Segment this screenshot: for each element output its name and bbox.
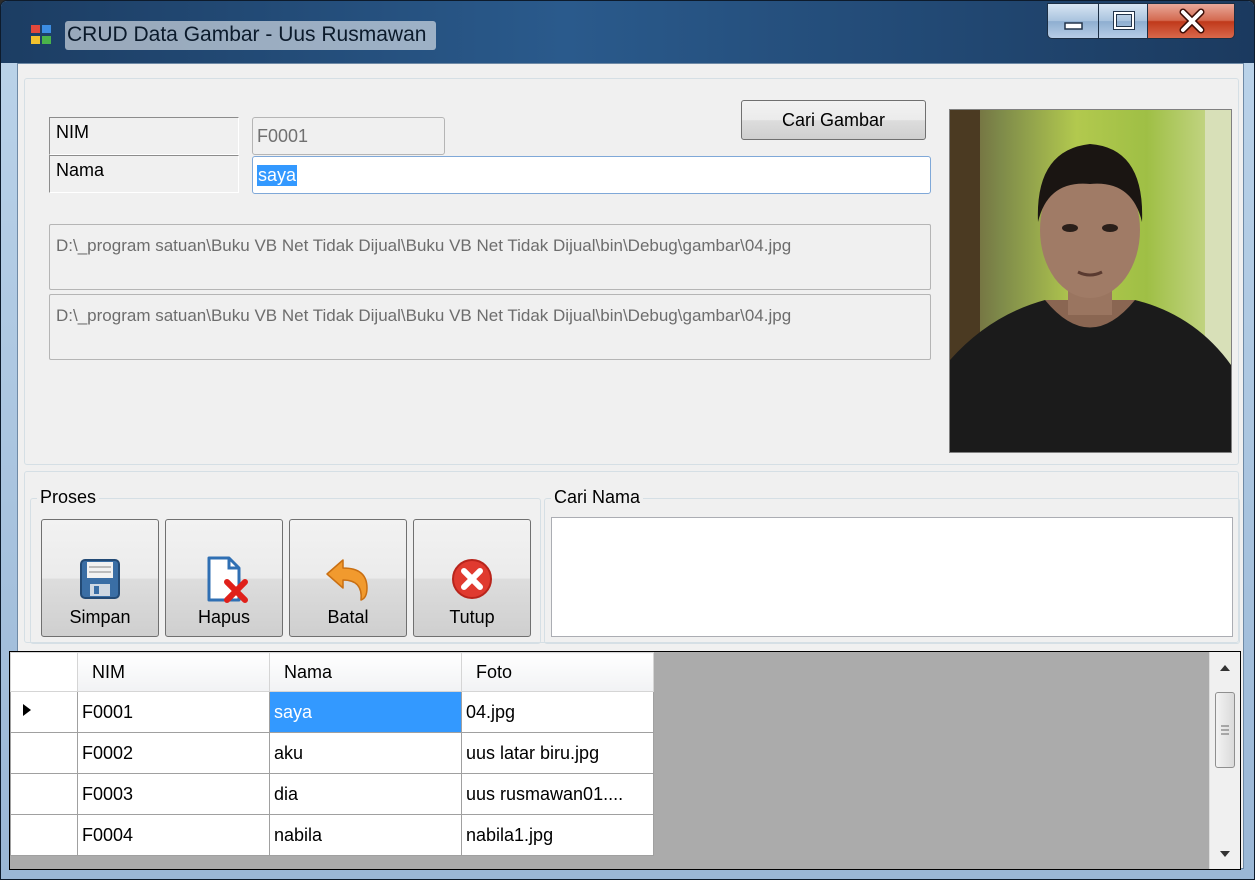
cell-nim[interactable]: F0004: [77, 814, 270, 856]
person-photo: [950, 110, 1231, 452]
form-client-area: NIM Nama F0001 saya D:\_program satuan\B…: [9, 63, 1244, 870]
cari-nama-group: Cari Nama: [544, 487, 1240, 644]
minimize-icon: [1064, 22, 1083, 30]
app-icon: [31, 25, 53, 45]
vertical-scrollbar[interactable]: [1209, 652, 1240, 869]
data-panel: NIM Nama F0001 saya D:\_program satuan\B…: [24, 78, 1239, 465]
cell-nim[interactable]: F0003: [77, 773, 270, 815]
scroll-up-icon[interactable]: [1210, 652, 1240, 682]
proses-group: Proses Simpan Hapus Batal Tutup: [30, 487, 541, 644]
tutup-button[interactable]: Tutup: [413, 519, 531, 637]
nama-label: Nama: [49, 155, 239, 193]
cari-gambar-button[interactable]: Cari Gambar: [741, 100, 926, 140]
cell-nim[interactable]: F0002: [77, 732, 270, 774]
close-icon: [1179, 8, 1205, 34]
cell-nama[interactable]: saya: [269, 691, 462, 733]
grip-icon: [1221, 725, 1229, 735]
photo-preview: [949, 109, 1232, 453]
row-pointer-icon: [23, 703, 31, 716]
cell-nama[interactable]: nabila: [269, 814, 462, 856]
simpan-button[interactable]: Simpan: [41, 519, 159, 637]
data-grid-table: NIM Nama Foto F0001 saya 04.jpg F0002 ak…: [10, 652, 654, 856]
column-header-nim[interactable]: NIM: [77, 652, 270, 692]
cell-nama[interactable]: aku: [269, 732, 462, 774]
cell-nim[interactable]: F0001: [77, 691, 270, 733]
delete-file-icon: [207, 556, 248, 603]
cell-foto[interactable]: uus rusmawan01....: [461, 773, 654, 815]
cell-nama[interactable]: dia: [269, 773, 462, 815]
batal-label: Batal: [327, 607, 369, 627]
proses-group-title: Proses: [37, 487, 100, 508]
floppy-disk-icon: [80, 559, 120, 599]
table-row[interactable]: F0004 nabila nabila1.jpg: [10, 814, 654, 856]
cell-foto[interactable]: uus latar biru.jpg: [461, 732, 654, 774]
nim-label: NIM: [49, 117, 239, 155]
close-window-button[interactable]: [1147, 3, 1235, 39]
image-path-field-1[interactable]: D:\_program satuan\Buku VB Net Tidak Dij…: [49, 224, 931, 290]
grid-corner-header[interactable]: [10, 652, 78, 692]
window-title: CRUD Data Gambar - Uus Rusmawan: [65, 21, 437, 50]
cari-nama-input[interactable]: [551, 517, 1233, 637]
row-header[interactable]: [10, 732, 78, 774]
nim-field[interactable]: F0001: [252, 117, 445, 155]
row-header[interactable]: [10, 773, 78, 815]
app-window: CRUD Data Gambar - Uus Rusmawan NIM Nama…: [0, 0, 1255, 880]
maximize-button[interactable]: [1098, 3, 1148, 39]
table-row[interactable]: F0002 aku uus latar biru.jpg: [10, 732, 654, 774]
nama-field-selected-text: saya: [257, 164, 298, 186]
hapus-button[interactable]: Hapus: [165, 519, 283, 637]
hapus-label: Hapus: [197, 607, 251, 627]
title-bar[interactable]: CRUD Data Gambar - Uus Rusmawan: [1, 1, 1254, 63]
scrollbar-thumb[interactable]: [1215, 692, 1235, 768]
tutup-label: Tutup: [449, 607, 495, 627]
row-header[interactable]: [10, 691, 78, 733]
minimize-button[interactable]: [1047, 3, 1099, 39]
cari-nama-group-title: Cari Nama: [551, 487, 644, 508]
scroll-down-icon[interactable]: [1210, 839, 1240, 869]
close-circle-icon: [452, 559, 492, 599]
table-row[interactable]: F0003 dia uus rusmawan01....: [10, 773, 654, 815]
maximize-icon: [1113, 11, 1135, 30]
row-header[interactable]: [10, 814, 78, 856]
cell-foto[interactable]: 04.jpg: [461, 691, 654, 733]
column-header-nama[interactable]: Nama: [269, 652, 462, 692]
undo-arrow-icon: [326, 559, 368, 601]
nama-field[interactable]: saya: [252, 156, 931, 194]
table-row[interactable]: F0001 saya 04.jpg: [10, 691, 654, 733]
data-grid[interactable]: NIM Nama Foto F0001 saya 04.jpg F0002 ak…: [9, 651, 1241, 870]
image-path-field-2[interactable]: D:\_program satuan\Buku VB Net Tidak Dij…: [49, 294, 931, 360]
cell-foto[interactable]: nabila1.jpg: [461, 814, 654, 856]
column-header-foto[interactable]: Foto: [461, 652, 654, 692]
simpan-label: Simpan: [69, 607, 131, 627]
batal-button[interactable]: Batal: [289, 519, 407, 637]
action-panel: Proses Simpan Hapus Batal Tutup Cari Nam…: [24, 471, 1240, 644]
